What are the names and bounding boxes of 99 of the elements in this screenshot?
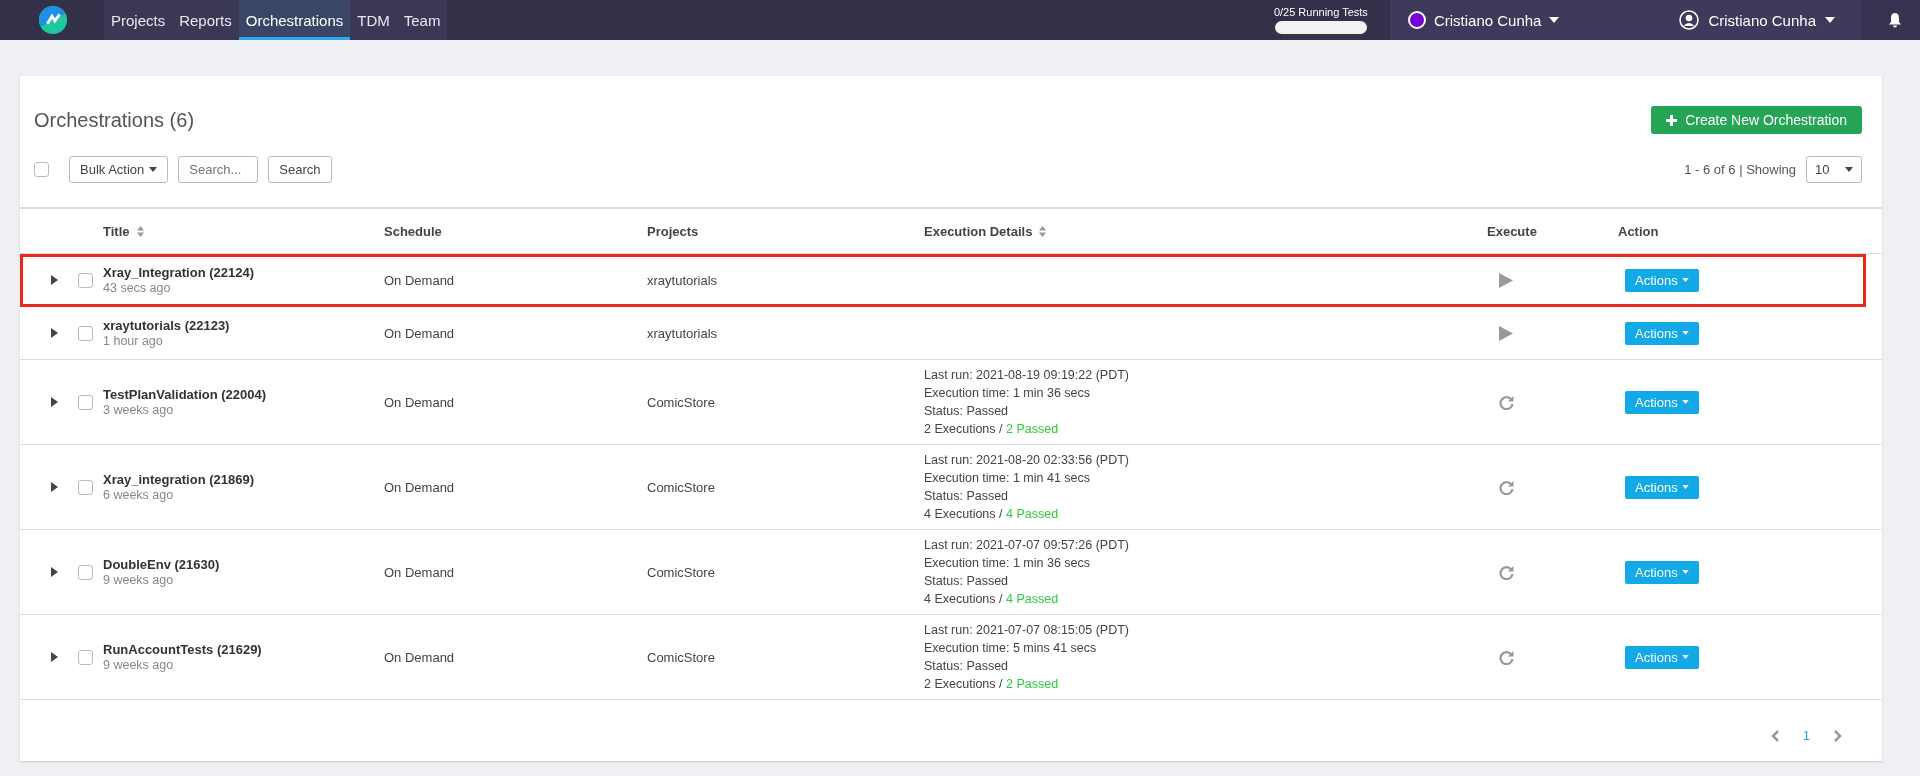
last-run-text: Last run: 2021-07-07 08:15:05 (PDT) [924, 622, 1130, 639]
column-header[interactable]: Execution Details [924, 223, 1033, 239]
nav-tab[interactable]: TDM [350, 0, 397, 40]
project-cell-text: xraytutorials [647, 272, 719, 288]
project-cell-text: ComicStore [647, 564, 716, 580]
executions-summary: 2 Executions / 2 Passed [924, 421, 1060, 438]
search-button[interactable]: Search [268, 156, 332, 183]
column-header: Action [1618, 223, 1659, 239]
caret-icon [1681, 655, 1689, 659]
time-ago: 6 weeks ago [103, 488, 175, 502]
previous-page-icon[interactable] [1770, 729, 1779, 742]
expand-arrow-icon[interactable] [50, 652, 58, 662]
column-header: Projects [647, 223, 699, 239]
execution-time-text: Execution time: 5 mins 41 secs [924, 640, 1098, 657]
executions-summary: 4 Executions / 4 Passed [924, 506, 1060, 523]
last-run-text: Last run: 2021-08-19 09:19:22 (PDT) [924, 367, 1130, 384]
orchestration-title[interactable]: Xray_Integration (22124) [103, 265, 384, 280]
caret-icon [1681, 331, 1689, 335]
page-title: Orchestrations (6) [34, 108, 196, 132]
executions-summary: 2 Executions / 2 Passed [924, 676, 1060, 693]
time-ago: 3 weeks ago [103, 403, 175, 417]
expand-arrow-icon[interactable] [50, 275, 58, 285]
plus-icon [1666, 114, 1678, 126]
schedule-cell-text: On Demand [384, 649, 456, 665]
time-ago: 1 hour ago [103, 334, 164, 348]
workspace-menu[interactable]: Cristiano Cunha [1389, 0, 1680, 40]
caret-icon [1549, 17, 1560, 23]
row-checkbox[interactable] [78, 564, 93, 580]
schedule-cell-text: On Demand [384, 394, 456, 410]
project-cell-text: ComicStore [647, 479, 716, 495]
refresh-icon[interactable] [1499, 649, 1514, 665]
page-size-select[interactable]: 10 [1806, 156, 1862, 183]
status-text: Status: Passed [924, 488, 1010, 505]
row-checkbox[interactable] [78, 325, 93, 341]
status-text: Status: Passed [924, 573, 1010, 590]
nav-tab[interactable]: Team [396, 0, 448, 40]
orchestration-title[interactable]: DoubleEnv (21630) [103, 557, 384, 572]
row-checkbox[interactable] [78, 394, 93, 410]
status-text: Status: Passed [924, 658, 1010, 675]
nav-tab[interactable]: Projects [104, 0, 173, 40]
column-header: Execute [1487, 223, 1537, 239]
user-name: Cristiano Cunha [1708, 11, 1816, 29]
orchestration-title[interactable]: TestPlanValidation (22004) [103, 387, 384, 402]
caret-icon [1825, 17, 1835, 23]
results-range: 1 - 6 of 6 | Showing [1684, 162, 1796, 177]
execution-time-text: Execution time: 1 min 36 secs [924, 555, 1092, 572]
row-checkbox[interactable] [78, 479, 93, 495]
refresh-icon[interactable] [1499, 479, 1514, 495]
expand-arrow-icon[interactable] [50, 397, 58, 407]
project-cell-text: xraytutorials [647, 325, 719, 341]
user-avatar-icon [1679, 10, 1700, 30]
search-field[interactable]: Search... [178, 156, 259, 183]
bulk-action-dropdown[interactable]: Bulk Action [69, 156, 169, 183]
status-text: Status: Passed [924, 403, 1010, 420]
expand-arrow-icon[interactable] [50, 328, 58, 338]
select-all-checkbox[interactable] [34, 162, 49, 177]
nav-tab[interactable]: Reports [172, 0, 239, 40]
column-header[interactable]: Title [103, 223, 130, 239]
user-menu[interactable]: Cristiano Cunha [1679, 0, 1862, 40]
schedule-cell-text: On Demand [384, 479, 456, 495]
sort-icon[interactable] [136, 225, 144, 237]
play-icon[interactable] [1499, 325, 1513, 341]
expand-arrow-icon[interactable] [50, 482, 58, 492]
row-checkbox[interactable] [78, 272, 93, 288]
caret-icon [1845, 167, 1853, 172]
caret-icon [1681, 570, 1689, 574]
executions-summary: 4 Executions / 4 Passed [924, 591, 1060, 608]
row-checkbox[interactable] [78, 649, 93, 665]
time-ago: 43 secs ago [103, 281, 172, 295]
orchestration-title[interactable]: xraytutorials (22123) [103, 318, 384, 333]
refresh-icon[interactable] [1499, 394, 1514, 410]
orchestration-title[interactable]: RunAccountTests (21629) [103, 642, 384, 657]
project-cell-text: ComicStore [647, 649, 716, 665]
sort-icon[interactable] [1039, 225, 1047, 237]
next-page-icon[interactable] [1834, 729, 1842, 742]
execution-time-text: Execution time: 1 min 36 secs [924, 385, 1092, 402]
last-run-text: Last run: 2021-08-20 02:33:56 (PDT) [924, 452, 1130, 469]
logo-icon[interactable] [38, 5, 68, 35]
running-tests-label: 0/25 Running Tests [1273, 6, 1368, 18]
time-ago: 9 weeks ago [103, 573, 175, 587]
caret-icon [149, 167, 158, 172]
schedule-cell-text: On Demand [384, 272, 456, 288]
orchestration-title[interactable]: Xray_integration (21869) [103, 472, 384, 487]
nav-tab[interactable]: Orchestrations [238, 0, 351, 40]
execution-time-text: Execution time: 1 min 41 secs [924, 470, 1092, 487]
schedule-cell-text: On Demand [384, 564, 456, 580]
bell-icon[interactable] [1888, 12, 1902, 28]
play-icon[interactable] [1499, 272, 1513, 288]
refresh-icon[interactable] [1499, 564, 1514, 580]
time-ago: 9 weeks ago [103, 658, 175, 672]
caret-icon [1681, 400, 1689, 404]
project-cell-text: ComicStore [647, 394, 716, 410]
schedule-cell-text: On Demand [384, 325, 456, 341]
column-header: Schedule [384, 223, 442, 239]
caret-icon [1681, 278, 1689, 282]
caret-icon [1681, 485, 1689, 489]
expand-arrow-icon[interactable] [50, 567, 58, 577]
last-run-text: Last run: 2021-07-07 09:57:26 (PDT) [924, 537, 1130, 554]
workspace-name: Cristiano Cunha [1433, 11, 1542, 29]
